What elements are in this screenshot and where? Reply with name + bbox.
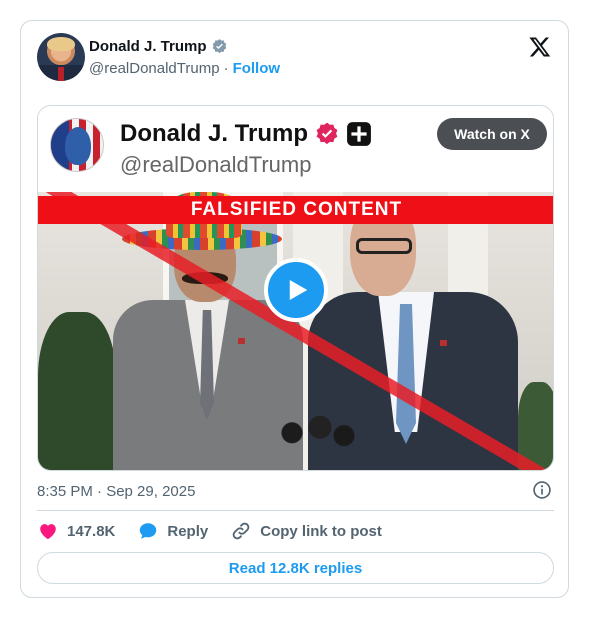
- watch-on-x-button[interactable]: Watch on X: [437, 118, 547, 150]
- video-title-bar: Donald J. Trump @realDonaldTrump Watch o…: [38, 106, 553, 192]
- verified-badge-icon: [316, 122, 338, 145]
- copy-link-action[interactable]: Copy link to post: [230, 520, 382, 542]
- falsified-content-banner: FALSIFIED CONTENT: [38, 196, 553, 224]
- reply-bubble-icon: [140, 523, 157, 539]
- reply-action[interactable]: Reply: [137, 520, 208, 542]
- embedded-name-row: Donald J. Trump: [120, 120, 372, 148]
- verified-badge-icon: [212, 39, 226, 54]
- author-name-row[interactable]: Donald J. Trump: [89, 38, 228, 55]
- divider: [37, 510, 554, 511]
- read-replies-button[interactable]: Read 12.8K replies: [37, 552, 554, 584]
- play-icon: [289, 280, 308, 300]
- author-handle[interactable]: @realDonaldTrump: [89, 60, 220, 77]
- embedded-handle: @realDonaldTrump: [120, 152, 312, 177]
- heart-icon: [40, 524, 56, 540]
- tweet-embed-card[interactable]: Donald J. Trump @realDonaldTrump · Follow …: [20, 20, 569, 598]
- post-timestamp[interactable]: 8:35 PM · Sep 29, 2025: [37, 483, 195, 500]
- plus-badge-icon: [347, 122, 371, 146]
- copy-link-label: Copy link to post: [260, 522, 382, 540]
- strike-through-line: [45, 192, 548, 470]
- separator: ·: [223, 60, 229, 77]
- x-logo-icon[interactable]: [528, 35, 552, 59]
- play-button[interactable]: [264, 258, 328, 322]
- embedded-avatar: [50, 118, 104, 172]
- follow-link[interactable]: Follow: [233, 60, 281, 77]
- author-avatar[interactable]: [37, 33, 85, 81]
- info-icon[interactable]: [532, 480, 552, 500]
- like-count: 147.8K: [67, 522, 116, 540]
- author-handle-row: @realDonaldTrump · Follow: [89, 60, 280, 77]
- media-container[interactable]: Donald J. Trump @realDonaldTrump Watch o…: [37, 105, 554, 471]
- action-bar: 147.8K Reply Copy link to post: [37, 519, 404, 543]
- like-action[interactable]: 147.8K: [37, 520, 115, 542]
- author-name[interactable]: Donald J. Trump: [89, 38, 207, 55]
- reply-label: Reply: [167, 522, 209, 540]
- link-icon: [232, 522, 250, 540]
- embedded-name: Donald J. Trump: [120, 120, 309, 147]
